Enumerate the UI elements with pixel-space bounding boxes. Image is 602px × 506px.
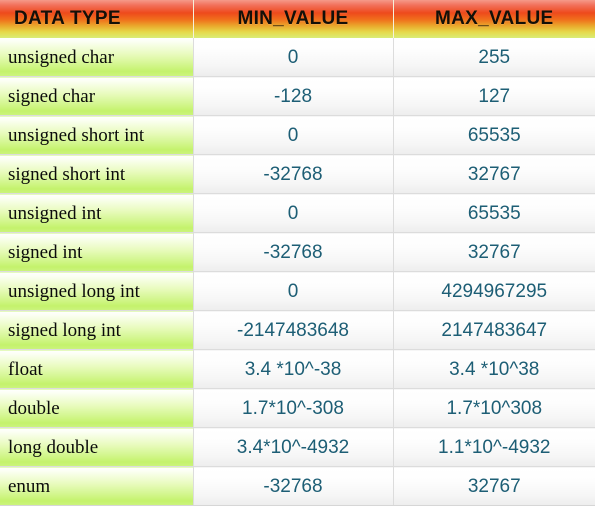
max-value-text: 65535 [467, 202, 521, 224]
max-value-text: 1.7*10^308 [446, 397, 543, 419]
cell-max-value: 3.4 *10^38 [393, 349, 595, 389]
data-type-text: unsigned short int [8, 124, 145, 146]
column-header-data-type[interactable]: DATA TYPE [0, 0, 194, 38]
table-row: unsigned short int 0 65535 [0, 115, 595, 155]
cell-max-value: 32767 [393, 154, 595, 194]
min-value-text: -128 [273, 85, 313, 107]
cell-min-value: -32768 [193, 232, 394, 272]
min-value-text: 1.7*10^-308 [242, 397, 344, 419]
cell-data-type: signed long int [0, 310, 194, 350]
min-value-text: 3.4*10^-4932 [236, 436, 350, 458]
header-row: DATA TYPE MIN_VALUE MAX_VALUE [0, 0, 595, 38]
max-value-text: 255 [478, 46, 511, 68]
data-type-text: float [8, 358, 43, 380]
table-row: signed int -32768 32767 [0, 232, 595, 272]
max-value-text: 3.4 *10^38 [449, 358, 540, 380]
min-value-text: 3.4 *10^-38 [244, 358, 342, 380]
c-data-types-table: DATA TYPE MIN_VALUE MAX_VALUE unsigned c… [0, 0, 595, 506]
max-value-text: 32767 [467, 475, 521, 497]
cell-min-value: -128 [193, 76, 394, 116]
max-value-text: 1.1*10^-4932 [438, 436, 551, 458]
max-value-text: 32767 [467, 163, 521, 185]
table-row: signed char -128 127 [0, 76, 595, 116]
cell-max-value: 255 [393, 38, 595, 77]
cell-min-value: 3.4 *10^-38 [193, 349, 394, 389]
cell-max-value: 1.7*10^308 [393, 388, 595, 428]
table-container: DATA TYPE MIN_VALUE MAX_VALUE unsigned c… [0, 0, 602, 506]
min-value-text: 0 [287, 124, 299, 146]
table-row: unsigned int 0 65535 [0, 193, 595, 233]
min-value-text: 0 [287, 46, 299, 68]
cell-data-type: unsigned long int [0, 271, 194, 311]
cell-min-value: 0 [193, 271, 394, 311]
cell-data-type: unsigned short int [0, 115, 194, 155]
min-value-text: 0 [287, 202, 299, 224]
table-row: long double 3.4*10^-4932 1.1*10^-4932 [0, 427, 595, 467]
cell-data-type: signed short int [0, 154, 194, 194]
min-value-text: -2147483648 [237, 319, 349, 341]
table-row: signed long int -2147483648 2147483647 [0, 310, 595, 350]
data-type-text: signed int [8, 241, 83, 263]
cell-min-value: 1.7*10^-308 [193, 388, 394, 428]
cell-data-type: unsigned int [0, 193, 194, 233]
cell-max-value: 127 [393, 76, 595, 116]
data-type-text: unsigned char [8, 46, 115, 68]
min-value-text: 0 [287, 280, 299, 302]
data-type-text: enum [8, 475, 51, 497]
cell-max-value: 1.1*10^-4932 [393, 427, 595, 467]
cell-data-type: float [0, 349, 194, 389]
table-row: float 3.4 *10^-38 3.4 *10^38 [0, 349, 595, 389]
data-type-text: unsigned int [8, 202, 102, 224]
cell-min-value: 3.4*10^-4932 [193, 427, 394, 467]
min-value-text: -32768 [263, 163, 323, 185]
cell-min-value: 0 [193, 38, 394, 77]
cell-max-value: 65535 [393, 193, 595, 233]
max-value-text: 2147483647 [441, 319, 548, 341]
data-type-text: signed long int [8, 319, 121, 341]
data-type-text: long double [8, 436, 99, 458]
min-value-text: -32768 [263, 241, 323, 263]
cell-max-value: 65535 [393, 115, 595, 155]
cell-min-value: -2147483648 [193, 310, 394, 350]
cell-max-value: 4294967295 [393, 271, 595, 311]
cell-data-type: unsigned char [0, 38, 194, 77]
table-body: unsigned char 0 255 signed char -128 127… [0, 38, 595, 506]
max-value-text: 32767 [467, 241, 521, 263]
cell-data-type: long double [0, 427, 194, 467]
cell-min-value: -32768 [193, 154, 394, 194]
data-type-text: signed short int [8, 163, 126, 185]
table-row: unsigned long int 0 4294967295 [0, 271, 595, 311]
cell-max-value: 2147483647 [393, 310, 595, 350]
max-value-text: 65535 [467, 124, 521, 146]
column-header-min-value[interactable]: MIN_VALUE [193, 0, 394, 38]
data-type-text: double [8, 397, 60, 419]
column-header-max-value[interactable]: MAX_VALUE [393, 0, 595, 38]
min-value-text: -32768 [263, 475, 323, 497]
max-value-text: 4294967295 [441, 280, 548, 302]
data-type-text: signed char [8, 85, 96, 107]
table-row: double 1.7*10^-308 1.7*10^308 [0, 388, 595, 428]
cell-max-value: 32767 [393, 232, 595, 272]
cell-data-type: signed int [0, 232, 194, 272]
cell-min-value: 0 [193, 115, 394, 155]
table-row: signed short int -32768 32767 [0, 154, 595, 194]
cell-data-type: double [0, 388, 194, 428]
table-row: unsigned char 0 255 [0, 38, 595, 77]
max-value-text: 127 [478, 85, 511, 107]
cell-min-value: 0 [193, 193, 394, 233]
table-header: DATA TYPE MIN_VALUE MAX_VALUE [0, 0, 595, 38]
cell-data-type: signed char [0, 76, 194, 116]
data-type-text: unsigned long int [8, 280, 140, 302]
